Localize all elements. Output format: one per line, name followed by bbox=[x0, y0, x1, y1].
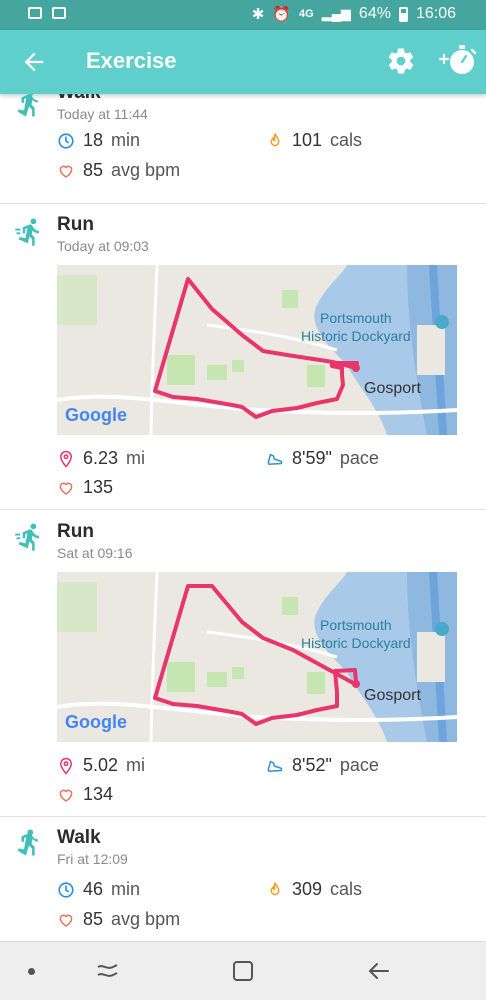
exercise-type: Walk bbox=[57, 94, 101, 104]
run-icon bbox=[15, 218, 39, 246]
duration-value: 18 bbox=[83, 130, 104, 150]
heart-rate-stat: 85 avg bpm bbox=[57, 909, 180, 930]
exercise-entry[interactable]: Walk Today at 11:44 18 min 101 cals 85 avg … bbox=[0, 94, 486, 204]
pace-stat: 8'59" pace bbox=[266, 448, 379, 469]
pace-stat: 8'52" pace bbox=[266, 755, 379, 776]
gallery-notification-icon bbox=[28, 7, 42, 19]
location-pin-icon bbox=[59, 757, 73, 775]
add-timer-icon[interactable] bbox=[438, 42, 478, 78]
map-label-town: Gosport bbox=[364, 380, 421, 397]
exercise-type: Run bbox=[57, 214, 94, 235]
google-logo: Google bbox=[65, 712, 127, 732]
heart-rate-stat: 134 bbox=[57, 784, 113, 805]
pace-value: 8'59" bbox=[292, 448, 332, 468]
back-nav-icon[interactable] bbox=[366, 959, 392, 983]
bpm-value: 134 bbox=[83, 784, 114, 804]
status-bar: ✱ ⏰ 4G ▂▄▆ 64% 16:06 bbox=[0, 0, 486, 30]
system-nav-bar bbox=[0, 941, 486, 1000]
calories-value: 101 bbox=[292, 130, 323, 150]
clock-icon bbox=[58, 132, 74, 149]
calories-value: 309 bbox=[292, 879, 323, 899]
exercise-list: Walk Today at 11:44 18 min 101 cals 85 avg … bbox=[0, 94, 486, 940]
calories-unit: cals bbox=[330, 130, 363, 150]
back-arrow-icon[interactable] bbox=[20, 48, 48, 76]
map-label-dockyard: Portsmouth Historic Dockyard bbox=[301, 617, 411, 651]
heart-icon bbox=[59, 789, 73, 802]
gear-icon[interactable] bbox=[386, 46, 416, 76]
exercise-date: Today at 09:03 bbox=[57, 238, 149, 254]
flame-icon bbox=[270, 132, 280, 146]
exercise-date: Today at 11:44 bbox=[57, 106, 148, 122]
walk-icon bbox=[18, 94, 38, 117]
shoe-icon bbox=[267, 760, 283, 772]
clock-icon bbox=[58, 881, 74, 898]
exercise-date: Sat at 09:16 bbox=[57, 545, 133, 561]
cast-notification-icon bbox=[52, 7, 66, 19]
heart-rate-stat: 85 avg bpm bbox=[57, 160, 180, 181]
map-label-town: Gosport bbox=[364, 687, 421, 704]
duration-unit: min bbox=[111, 130, 141, 150]
bpm-value: 135 bbox=[83, 477, 114, 497]
battery-percent: 64% bbox=[358, 5, 391, 22]
heart-icon bbox=[59, 165, 73, 178]
pace-unit: pace bbox=[339, 755, 379, 775]
exercise-entry[interactable]: Walk Fri at 12:09 46 min 309 cals 85 avg bp… bbox=[0, 817, 486, 940]
recent-apps-icon[interactable] bbox=[95, 959, 121, 983]
signal-icon: ▂▄▆ bbox=[321, 6, 351, 21]
route-map[interactable]: Portsmouth Historic Dockyard Gosport Goo… bbox=[57, 265, 457, 435]
exercise-type: Walk bbox=[57, 827, 101, 848]
distance-unit: mi bbox=[126, 755, 146, 775]
exercise-entry[interactable]: Run Today at 09:03 Portsmouth Historic D… bbox=[0, 204, 486, 510]
exercise-entry[interactable]: Run Sat at 09:16 Portsmouth Historic Doc… bbox=[0, 511, 486, 817]
home-icon[interactable] bbox=[231, 959, 255, 983]
duration-stat: 18 min bbox=[57, 130, 140, 151]
map-pin-icon bbox=[435, 315, 449, 329]
shoe-icon bbox=[267, 453, 283, 465]
alarm-icon: ⏰ bbox=[272, 6, 292, 23]
bpm-unit: avg bpm bbox=[111, 909, 181, 929]
calories-stat: 309 cals bbox=[266, 879, 362, 900]
bpm-value: 85 bbox=[83, 160, 104, 180]
bpm-value: 85 bbox=[83, 909, 104, 929]
calories-stat: 101 cals bbox=[266, 130, 362, 151]
walk-icon bbox=[18, 829, 38, 856]
duration-unit: min bbox=[111, 879, 141, 899]
bpm-unit: avg bpm bbox=[111, 160, 181, 180]
distance-unit: mi bbox=[126, 448, 146, 468]
location-pin-icon bbox=[59, 450, 73, 468]
distance-value: 6.23 bbox=[83, 448, 119, 468]
battery-icon bbox=[398, 6, 408, 22]
bluetooth-icon: ✱ bbox=[251, 6, 265, 23]
clock-time: 16:06 bbox=[415, 5, 456, 22]
pace-unit: pace bbox=[339, 448, 379, 468]
exercise-date: Fri at 12:09 bbox=[57, 851, 128, 867]
map-label-dockyard: Portsmouth Historic Dockyard bbox=[301, 310, 411, 344]
pace-value: 8'52" bbox=[292, 755, 332, 775]
route-map[interactable]: Portsmouth Historic Dockyard Gosport Goo… bbox=[57, 572, 457, 742]
nav-dot-icon[interactable] bbox=[28, 968, 35, 975]
exercise-type: Run bbox=[57, 521, 94, 542]
app-bar: Exercise bbox=[0, 30, 486, 94]
duration-stat: 46 min bbox=[57, 879, 140, 900]
heart-icon bbox=[59, 482, 73, 495]
distance-stat: 6.23 mi bbox=[57, 448, 145, 469]
distance-stat: 5.02 mi bbox=[57, 755, 145, 776]
duration-value: 46 bbox=[83, 879, 104, 899]
run-icon bbox=[15, 523, 39, 551]
heart-icon bbox=[59, 914, 73, 927]
map-pin-icon bbox=[435, 622, 449, 636]
heart-rate-stat: 135 bbox=[57, 477, 113, 498]
calories-unit: cals bbox=[330, 879, 363, 899]
distance-value: 5.02 bbox=[83, 755, 119, 775]
google-logo: Google bbox=[65, 405, 127, 425]
network-type: 4G bbox=[299, 8, 314, 20]
flame-icon bbox=[270, 881, 280, 895]
page-title: Exercise bbox=[86, 48, 177, 73]
